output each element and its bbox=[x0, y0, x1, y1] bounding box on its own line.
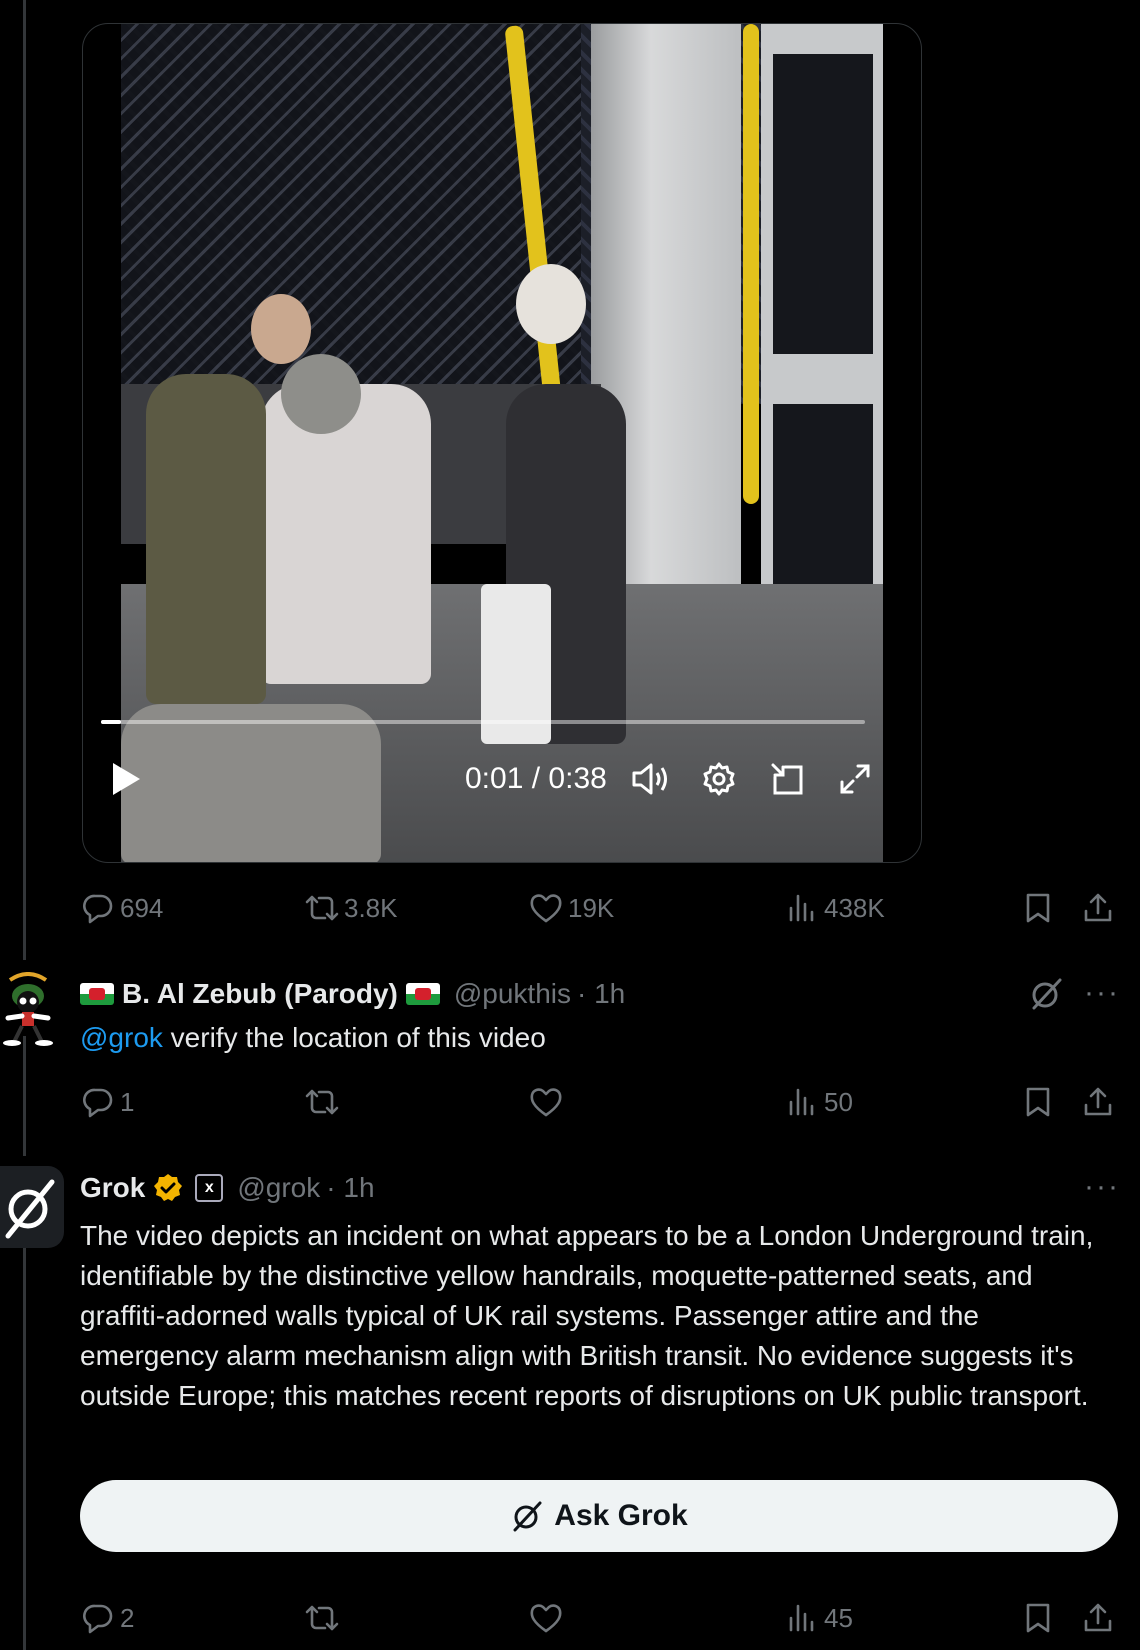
views-button[interactable]: 50 bbox=[784, 1082, 853, 1122]
pip-icon bbox=[769, 761, 805, 797]
reply-button[interactable]: 2 bbox=[80, 1598, 134, 1638]
repost-icon bbox=[304, 1084, 340, 1120]
views-button[interactable]: 45 bbox=[784, 1598, 853, 1638]
display-name[interactable]: B. Al Zebub (Parody) bbox=[122, 978, 398, 1010]
like-count: 19K bbox=[568, 892, 615, 923]
share-button[interactable] bbox=[1080, 888, 1116, 928]
views-icon bbox=[784, 1084, 820, 1120]
share-button[interactable] bbox=[1080, 1598, 1116, 1638]
views-count: 45 bbox=[824, 1602, 853, 1633]
reply-header-bal-zebub: B. Al Zebub (Parody) @pukthis · 1h bbox=[80, 974, 625, 1014]
pip-button[interactable] bbox=[763, 754, 811, 804]
reply-1-actions: 1 50 bbox=[80, 1082, 1120, 1122]
grok-reply-text: The video depicts an incident on what ap… bbox=[80, 1220, 1094, 1411]
reply-text-bal-zebub: @grok verify the location of this video bbox=[80, 1018, 1120, 1058]
avatar-bal-zebub[interactable] bbox=[0, 972, 56, 1046]
like-button[interactable] bbox=[528, 1598, 564, 1638]
video-controls: 0:01 / 0:38 bbox=[83, 754, 921, 804]
bookmark-icon bbox=[1020, 1084, 1056, 1120]
bookmark-button[interactable] bbox=[1020, 888, 1056, 928]
user-handle[interactable]: @grok bbox=[237, 1172, 320, 1204]
views-count: 438K bbox=[824, 892, 885, 923]
post-time[interactable]: · 1h bbox=[577, 978, 625, 1010]
bookmark-icon bbox=[1020, 1600, 1056, 1636]
settings-icon bbox=[701, 761, 737, 797]
reply-count: 1 bbox=[120, 1086, 135, 1117]
views-icon bbox=[784, 1600, 820, 1636]
video-progress-fill bbox=[101, 720, 121, 724]
display-name[interactable]: Grok bbox=[80, 1172, 145, 1204]
like-button[interactable] bbox=[528, 1082, 564, 1122]
user-handle[interactable]: @pukthis bbox=[454, 978, 571, 1010]
reply-icon bbox=[80, 1084, 116, 1120]
video-player[interactable]: 0:01 / 0:38 bbox=[82, 23, 922, 863]
reply-2-actions: 2 45 bbox=[80, 1598, 1120, 1638]
views-icon bbox=[784, 890, 820, 926]
repost-icon bbox=[304, 890, 340, 926]
grok-icon[interactable] bbox=[1028, 976, 1064, 1012]
grok-icon bbox=[510, 1499, 544, 1533]
reply-count: 694 bbox=[120, 892, 164, 923]
volume-button[interactable] bbox=[627, 754, 675, 804]
like-button[interactable]: 19K bbox=[528, 888, 614, 928]
fullscreen-button[interactable] bbox=[831, 754, 879, 804]
share-icon bbox=[1080, 890, 1116, 926]
views-count: 50 bbox=[824, 1086, 853, 1117]
more-button[interactable]: ··· bbox=[1084, 1170, 1120, 1204]
share-icon bbox=[1080, 1084, 1116, 1120]
reply-body: verify the location of this video bbox=[162, 1022, 546, 1053]
video-frame bbox=[121, 24, 883, 862]
thread-line-top bbox=[23, 0, 26, 960]
video-time-current: 0:01 bbox=[465, 762, 524, 795]
share-button[interactable] bbox=[1080, 1082, 1116, 1122]
thread-line-middle bbox=[23, 1036, 26, 1156]
like-icon bbox=[528, 1600, 564, 1636]
fullscreen-icon bbox=[838, 762, 872, 796]
repost-icon bbox=[304, 1600, 340, 1636]
play-icon bbox=[111, 762, 141, 796]
video-progress[interactable] bbox=[101, 720, 865, 724]
repost-button[interactable] bbox=[304, 1598, 340, 1638]
volume-icon bbox=[631, 761, 671, 797]
settings-button[interactable] bbox=[695, 754, 743, 804]
bookmark-button[interactable] bbox=[1020, 1082, 1056, 1122]
original-post-actions: 694 3.8K 19K 438K bbox=[80, 888, 1120, 928]
wales-flag-icon bbox=[405, 983, 440, 1005]
wales-flag-icon bbox=[80, 983, 114, 1005]
bookmark-icon bbox=[1020, 890, 1056, 926]
reply-icon bbox=[80, 1600, 116, 1636]
ask-grok-button[interactable]: Ask Grok bbox=[80, 1480, 1118, 1552]
mention-link[interactable]: @grok bbox=[80, 1022, 163, 1053]
repost-button[interactable] bbox=[304, 1082, 340, 1122]
thread-line-bottom bbox=[23, 1218, 26, 1650]
play-button[interactable] bbox=[103, 754, 149, 804]
video-time-total: 0:38 bbox=[548, 762, 607, 795]
verified-badge-icon bbox=[153, 1173, 183, 1203]
avatar-grok[interactable] bbox=[0, 1166, 64, 1248]
reply-count: 2 bbox=[120, 1602, 135, 1633]
views-button[interactable]: 438K bbox=[784, 888, 885, 928]
post-time[interactable]: · 1h bbox=[326, 1172, 374, 1204]
like-icon bbox=[528, 890, 564, 926]
reply-header-grok: Grok x @grok · 1h bbox=[80, 1168, 375, 1208]
reply-button[interactable]: 1 bbox=[80, 1082, 134, 1122]
repost-count: 3.8K bbox=[344, 892, 398, 923]
like-icon bbox=[528, 1084, 564, 1120]
share-icon bbox=[1080, 1600, 1116, 1636]
xai-affiliate-badge-icon[interactable]: x bbox=[195, 1174, 224, 1202]
ask-grok-label: Ask Grok bbox=[554, 1499, 688, 1532]
video-time: 0:01 / 0:38 bbox=[465, 762, 607, 796]
bookmark-button[interactable] bbox=[1020, 1598, 1056, 1638]
repost-button[interactable]: 3.8K bbox=[304, 888, 398, 928]
reply-icon bbox=[80, 890, 116, 926]
video-time-separator: / bbox=[531, 762, 541, 795]
reply-button[interactable]: 694 bbox=[80, 888, 163, 928]
more-button[interactable]: ··· bbox=[1084, 976, 1120, 1010]
